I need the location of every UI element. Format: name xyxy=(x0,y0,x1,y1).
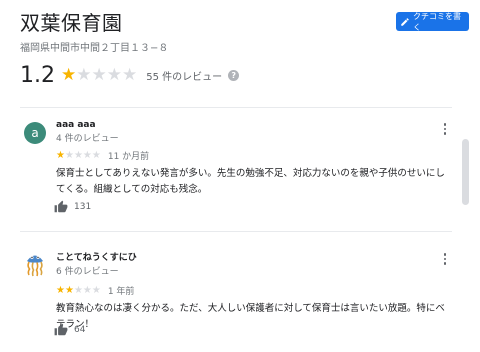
review-text: 保育士としてありえない発言が多い。先生の勉強不足、対応力ないのを親や子供のせいに… xyxy=(56,168,445,195)
more-options-icon[interactable] xyxy=(440,123,450,135)
like-count: 131 xyxy=(74,202,92,212)
reviewer-name[interactable]: aaa aaa xyxy=(56,120,96,130)
review-time: 1 年前 xyxy=(107,287,135,297)
rating-summary: 1.2 ★ ★ ★ ★ ★ 55 件のレビュー ? xyxy=(20,63,240,88)
star-icon: ★ xyxy=(64,149,74,161)
divider xyxy=(20,231,452,232)
star-icon: ★ xyxy=(56,149,65,161)
write-review-label: クチコミを書く xyxy=(413,11,461,32)
reviewer-review-count: 6 件のレビュー xyxy=(56,267,119,277)
rating-stars: ★ ★ ★ ★ ★ xyxy=(61,67,137,84)
divider xyxy=(20,107,452,108)
like-button[interactable]: 64 xyxy=(54,323,85,337)
review-time: 11 か月前 xyxy=(107,152,150,162)
star-icon: ★ xyxy=(76,65,92,85)
reviewer-name[interactable]: ことてねうくすにひ xyxy=(56,250,137,263)
scrollbar-thumb[interactable] xyxy=(462,139,469,205)
thumbs-up-icon xyxy=(54,323,68,336)
star-icon: ★ xyxy=(73,149,83,161)
star-icon: ★ xyxy=(91,284,101,296)
review-item: a aaa aaa 4 件のレビュー ★ ★ ★ ★ ★ 11 か月前 保育士と… xyxy=(20,120,450,221)
star-icon: ★ xyxy=(61,65,77,85)
help-icon[interactable]: ? xyxy=(228,70,240,81)
avatar[interactable]: a xyxy=(24,122,46,144)
page-title: 双葉保育園 xyxy=(20,11,123,35)
rating-value: 1.2 xyxy=(20,63,55,88)
star-icon: ★ xyxy=(73,284,83,296)
review-rating: ★ ★ ★ ★ ★ 1 年前 xyxy=(56,284,134,297)
pencil-icon xyxy=(401,17,409,26)
star-icon: ★ xyxy=(122,65,138,85)
reviewer-review-count: 4 件のレビュー xyxy=(56,134,119,144)
like-button[interactable]: 131 xyxy=(54,200,91,214)
place-address: 福岡県中間市中間２丁目１３−８ xyxy=(20,43,169,54)
star-icon: ★ xyxy=(82,149,92,161)
star-icon: ★ xyxy=(56,284,65,296)
star-icon: ★ xyxy=(106,65,122,85)
review-count-link[interactable]: 55 件のレビュー xyxy=(146,68,222,83)
more-options-icon[interactable] xyxy=(440,253,450,265)
star-icon: ★ xyxy=(64,284,74,296)
star-icon: ★ xyxy=(82,284,92,296)
star-icon: ★ xyxy=(91,65,107,85)
star-icon: ★ xyxy=(91,149,101,161)
thumbs-up-icon xyxy=(54,200,68,213)
review-text: 教育熱心なのは凄く分かる。ただ、大人しい保護者に対して保育士は言いたい放題。特に… xyxy=(56,303,445,330)
review-item: ことてねうくすにひ 6 件のレビュー ★ ★ ★ ★ ★ 1 年前 教育熱心なの… xyxy=(20,251,450,346)
write-review-button[interactable]: クチコミを書く xyxy=(396,11,469,32)
jellyfish-icon[interactable] xyxy=(24,251,46,277)
like-count: 64 xyxy=(74,325,86,335)
review-rating: ★ ★ ★ ★ ★ 11 か月前 xyxy=(56,149,149,162)
